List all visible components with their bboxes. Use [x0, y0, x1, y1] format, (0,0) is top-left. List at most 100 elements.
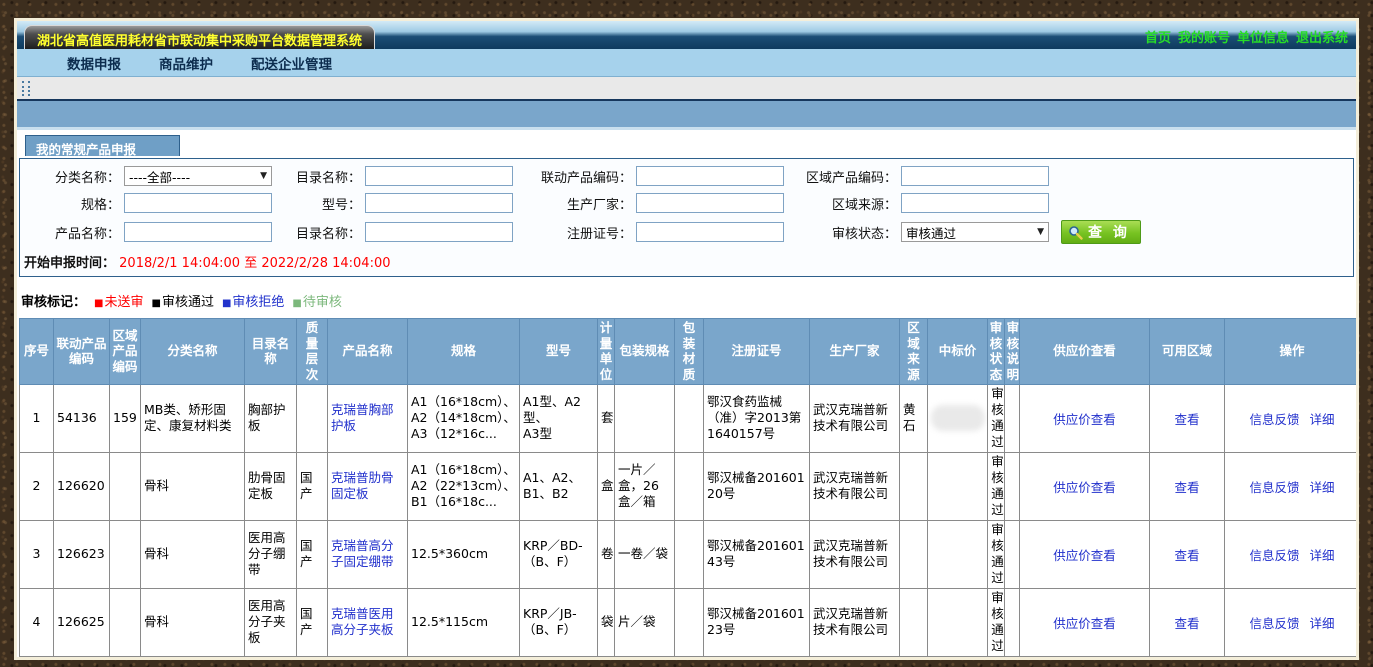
- cell-audit-note: [1005, 452, 1020, 520]
- cell-text: 鄂汉械备20160120号: [707, 470, 805, 501]
- cell-reg-no: 鄂汉械备20160121: [704, 656, 810, 657]
- cell-spec: A1（16*18cm）、 A2（14*18cm）、 A3（12*16c...: [408, 384, 520, 452]
- reg-no-input[interactable]: [636, 222, 784, 242]
- col-header-text: 包装规格: [619, 343, 669, 359]
- cell-link-code: 126623: [54, 520, 110, 588]
- category-select-label: 分类名称：: [24, 167, 124, 186]
- cell-supply-price: 供应价查看: [1020, 384, 1150, 452]
- link-product-code-input[interactable]: [636, 166, 784, 186]
- query-button[interactable]: 查 询: [1061, 220, 1141, 244]
- legend-item-label: 审核通过: [162, 295, 214, 310]
- model-input[interactable]: [365, 193, 513, 213]
- col-header-8: 型号: [520, 319, 598, 385]
- cell-catalog: 医用高分子夹板: [245, 588, 297, 656]
- op-link-1[interactable]: 详细: [1310, 613, 1335, 632]
- op-link-1[interactable]: 详细: [1310, 545, 1335, 564]
- top-link-logout[interactable]: 退出系统: [1296, 27, 1348, 46]
- catalog-name-input[interactable]: [365, 166, 513, 186]
- link-region-view[interactable]: 查看: [1174, 480, 1199, 495]
- top-link-unit-info[interactable]: 单位信息: [1237, 27, 1289, 46]
- cell-text: MB类、矫形固定、康复材料类: [144, 402, 232, 433]
- col-header-16: 审核状态: [988, 319, 1005, 385]
- cell-model: A1、A2、 B1、B2: [520, 452, 598, 520]
- cell-text: 武汉克瑞普新技术有限公司: [813, 538, 888, 569]
- cell-seq: 2: [20, 452, 54, 520]
- col-header-text: 产品名称: [342, 343, 392, 359]
- cell-text: 3: [33, 546, 41, 561]
- link-supply-price-view[interactable]: 供应价查看: [1053, 412, 1116, 427]
- cell-text: 4: [33, 614, 41, 629]
- top-link-home[interactable]: 首页: [1145, 27, 1171, 46]
- cell-text: 126625: [57, 614, 105, 629]
- legend-square-icon: ■: [94, 298, 103, 309]
- query-button-label: 查 询: [1088, 222, 1130, 242]
- redacted-blur: [931, 405, 985, 431]
- col-header-text: 审核状态: [989, 320, 1003, 383]
- cell-audit-status: 审核通过: [988, 452, 1005, 520]
- drag-handle-icon[interactable]: [28, 81, 32, 96]
- cell-product-name: 克瑞普医用高分子夹板: [328, 588, 408, 656]
- cell-audit-status: 审核通过: [988, 588, 1005, 656]
- op-link-0[interactable]: 信息反馈: [1249, 409, 1299, 428]
- product-name-input[interactable]: [124, 222, 272, 242]
- region-source-input[interactable]: [901, 193, 1049, 213]
- chevron-down-icon: ▼: [260, 171, 267, 181]
- op-link-1[interactable]: 详细: [1310, 409, 1335, 428]
- cell-pack-spec: 片／袋: [615, 588, 675, 656]
- cell-text: 鄂汉食药监械（准）字2013第1640157号: [707, 394, 801, 442]
- cell-text: 54136: [57, 410, 97, 425]
- cell-audit-status: 审核通过: [988, 520, 1005, 588]
- cell-text: A1、A2、 B1、B2: [523, 470, 581, 501]
- chevron-down-icon: ▼: [1037, 227, 1044, 237]
- cell-link-code: 126625: [54, 588, 110, 656]
- link-supply-price-view[interactable]: 供应价查看: [1053, 548, 1116, 563]
- link-supply-price-view[interactable]: 供应价查看: [1053, 616, 1116, 631]
- menu-item-product-maintain[interactable]: 商品维护: [159, 53, 213, 73]
- category-select[interactable]: ----全部----▼: [124, 166, 272, 186]
- audit-status-select[interactable]: 审核通过▼: [901, 222, 1049, 242]
- col-header-1: 联动产品编码: [54, 319, 110, 385]
- col-header-13: 生产厂家: [810, 319, 900, 385]
- col-header-text: 审核说明: [1006, 320, 1020, 383]
- catalog-name2-input[interactable]: [365, 222, 513, 242]
- product-name-link[interactable]: 克瑞普高分子固定绷带: [331, 538, 394, 569]
- col-header-text: 分类名称: [167, 343, 217, 359]
- op-link-1[interactable]: 详细: [1310, 477, 1335, 496]
- manufacturer-input[interactable]: [636, 193, 784, 213]
- op-link-0[interactable]: 信息反馈: [1249, 477, 1299, 496]
- product-name-link[interactable]: 克瑞普肋骨固定板: [331, 470, 394, 501]
- cell-region-code: [110, 520, 141, 588]
- cell-text: KRP／JB- （B、F）: [523, 606, 577, 637]
- product-name-link[interactable]: 克瑞普胸部护板: [331, 402, 394, 433]
- col-header-text: 可用区域: [1162, 343, 1212, 359]
- cell-supply-price: [1020, 656, 1150, 657]
- cell-unit: 袋: [598, 588, 615, 656]
- legend-item-label: 未送审: [104, 295, 143, 310]
- col-header-text: 目录名称: [246, 336, 295, 367]
- op-link-0[interactable]: 信息反馈: [1249, 545, 1299, 564]
- col-header-4: 目录名称: [245, 319, 297, 385]
- cell-bid-price: [928, 588, 988, 656]
- spec-input[interactable]: [124, 193, 272, 213]
- link-region-view[interactable]: 查看: [1174, 548, 1199, 563]
- tab-my-regular-product-declaration[interactable]: 我的常规产品申报: [25, 135, 180, 156]
- drag-handle-icon[interactable]: [22, 81, 26, 96]
- link-region-view[interactable]: 查看: [1174, 616, 1199, 631]
- cell-manufacturer: 武汉克瑞普新技术有限公司: [810, 452, 900, 520]
- cell-quality: 国产: [297, 452, 328, 520]
- cell-text: 骨科: [144, 478, 169, 493]
- top-link-my-account[interactable]: 我的账号: [1178, 27, 1230, 46]
- legend-item: ■审核通过: [151, 295, 213, 310]
- cell-catalog: 弹力绷: [245, 656, 297, 657]
- region-product-code-input[interactable]: [901, 166, 1049, 186]
- op-link-0[interactable]: 信息反馈: [1249, 613, 1299, 632]
- menu-item-data-declare[interactable]: 数据申报: [67, 53, 121, 73]
- col-header-20: 操作: [1225, 319, 1357, 385]
- cell-category: 骨科: [141, 520, 245, 588]
- menu-item-delivery-company[interactable]: 配送企业管理: [251, 53, 332, 73]
- link-supply-price-view[interactable]: 供应价查看: [1053, 480, 1116, 495]
- link-region-view[interactable]: 查看: [1174, 412, 1199, 427]
- cell-text: 套: [601, 410, 614, 425]
- product-name-link[interactable]: 克瑞普医用高分子夹板: [331, 606, 394, 637]
- cell-unit: 套: [598, 384, 615, 452]
